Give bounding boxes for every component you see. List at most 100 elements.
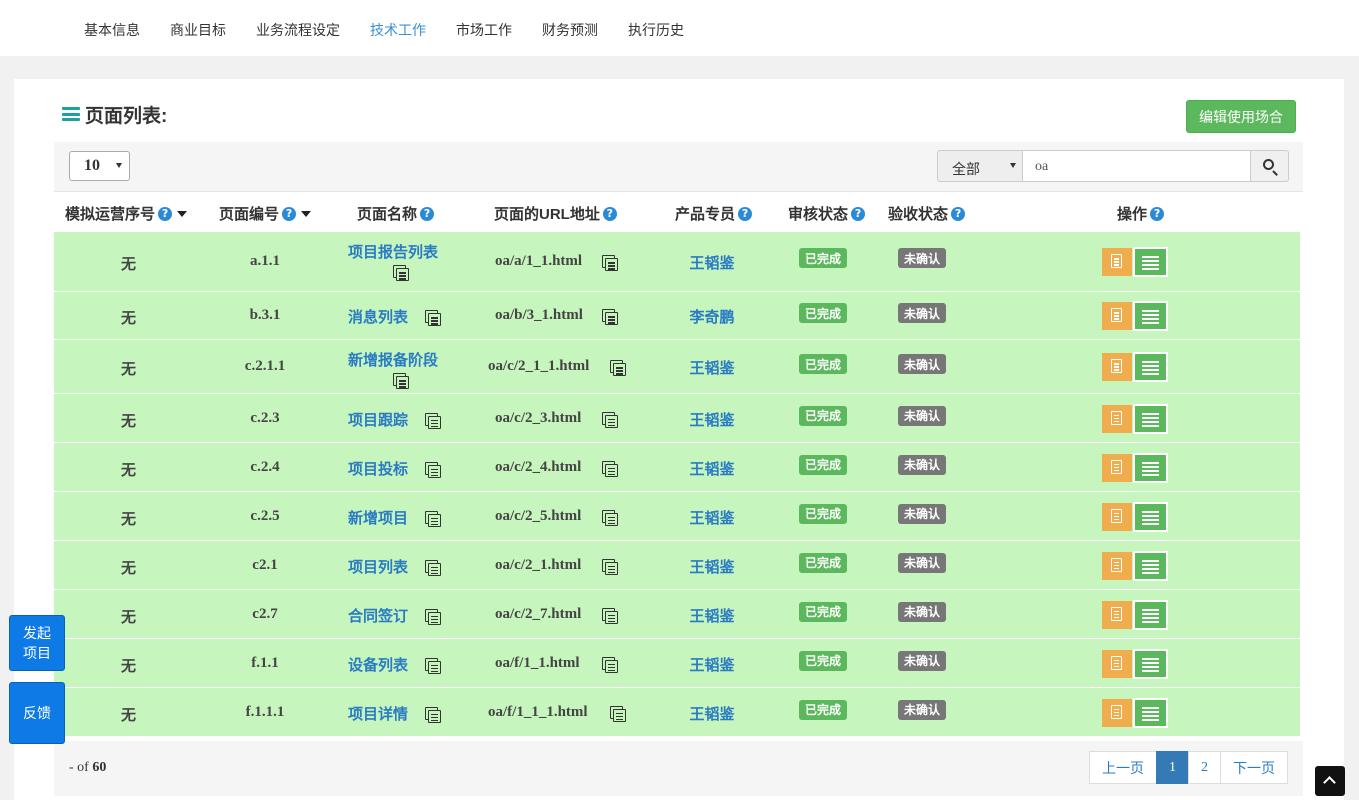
detail-list-button[interactable] bbox=[1133, 301, 1168, 331]
page-name-link[interactable]: 项目详情 bbox=[348, 703, 408, 724]
page-name-link[interactable]: 项目投标 bbox=[348, 458, 408, 479]
view-doc-button[interactable] bbox=[1102, 502, 1132, 531]
detail-list-button[interactable] bbox=[1133, 697, 1168, 728]
tab-financial-forecast[interactable]: 财务预测 bbox=[542, 20, 598, 40]
tab-business-goals[interactable]: 商业目标 bbox=[170, 20, 226, 40]
help-icon[interactable]: ? bbox=[851, 206, 866, 221]
copy-icon[interactable] bbox=[425, 510, 442, 528]
search-button[interactable] bbox=[1250, 150, 1289, 182]
copy-icon[interactable] bbox=[425, 310, 442, 327]
copy-icon[interactable] bbox=[393, 373, 410, 390]
help-icon[interactable]: ? bbox=[602, 206, 617, 221]
view-doc-button[interactable] bbox=[1102, 600, 1132, 629]
tab-basic-info[interactable]: 基本信息 bbox=[84, 20, 140, 40]
page-url-text: oa/c/2_1.html bbox=[495, 556, 582, 573]
product-owner-link[interactable]: 王韬鉴 bbox=[672, 605, 752, 626]
copy-icon[interactable] bbox=[610, 705, 627, 723]
help-icon[interactable]: ? bbox=[282, 206, 297, 221]
view-doc-button[interactable] bbox=[1102, 248, 1132, 276]
page-1-button[interactable]: 1 bbox=[1156, 751, 1189, 784]
scroll-to-top-button[interactable] bbox=[1315, 766, 1345, 796]
copy-icon[interactable] bbox=[393, 265, 410, 282]
seq-cell: 无 bbox=[120, 462, 136, 479]
detail-list-button[interactable] bbox=[1133, 501, 1168, 532]
copy-icon[interactable] bbox=[602, 656, 619, 674]
product-owner-link[interactable]: 王韬鉴 bbox=[672, 458, 752, 479]
page-name-link[interactable]: 项目报告列表 bbox=[348, 241, 438, 262]
view-doc-button[interactable] bbox=[1102, 698, 1132, 727]
view-doc-button[interactable] bbox=[1102, 302, 1132, 330]
page-name-link[interactable]: 新增报备阶段 bbox=[348, 349, 438, 370]
sort-caret-down-icon[interactable] bbox=[177, 210, 188, 217]
help-icon[interactable]: ? bbox=[738, 206, 753, 221]
product-owner-link[interactable]: 王韬鉴 bbox=[672, 654, 752, 675]
page-name-link[interactable]: 项目列表 bbox=[348, 556, 408, 577]
copy-icon[interactable] bbox=[610, 360, 627, 377]
copy-icon[interactable] bbox=[602, 607, 619, 625]
edit-usage-button[interactable]: 编辑使用场合 bbox=[1186, 100, 1296, 133]
help-icon[interactable]: ? bbox=[1150, 206, 1165, 221]
search-input[interactable]: oa bbox=[1022, 150, 1251, 182]
copy-icon[interactable] bbox=[425, 608, 442, 626]
sort-caret-down-icon[interactable] bbox=[301, 210, 312, 217]
detail-list-button[interactable] bbox=[1133, 452, 1168, 483]
help-icon[interactable]: ? bbox=[420, 206, 435, 221]
page-2-button[interactable]: 2 bbox=[1188, 751, 1221, 784]
page-name-link[interactable]: 消息列表 bbox=[348, 306, 408, 327]
product-owner-link[interactable]: 王韬鉴 bbox=[672, 703, 752, 724]
start-project-button[interactable]: 发起 项目 bbox=[9, 615, 65, 671]
copy-icon[interactable] bbox=[602, 460, 619, 478]
filter-select[interactable]: 全部 bbox=[937, 150, 1023, 182]
feedback-button[interactable]: 反馈 bbox=[9, 682, 65, 744]
copy-icon[interactable] bbox=[602, 411, 619, 429]
product-owner-link[interactable]: 王韬鉴 bbox=[672, 507, 752, 528]
view-doc-button[interactable] bbox=[1102, 404, 1132, 433]
detail-list-button[interactable] bbox=[1133, 247, 1168, 277]
row-actions bbox=[1102, 352, 1168, 382]
product-owner-link[interactable]: 王韬鉴 bbox=[672, 409, 752, 430]
detail-list-button[interactable] bbox=[1133, 403, 1168, 434]
page-url-text: oa/f/1_1_1.html bbox=[488, 703, 588, 720]
tab-business-process[interactable]: 业务流程设定 bbox=[256, 20, 340, 40]
copy-icon[interactable] bbox=[602, 558, 619, 576]
detail-list-button[interactable] bbox=[1133, 550, 1168, 581]
copy-icon[interactable] bbox=[425, 412, 442, 430]
copy-icon[interactable] bbox=[602, 255, 619, 272]
help-icon[interactable]: ? bbox=[951, 206, 966, 221]
prev-page-button[interactable]: 上一页 bbox=[1089, 751, 1157, 784]
copy-icon[interactable] bbox=[602, 309, 619, 326]
acceptance-status-badge: 未确认 bbox=[898, 650, 947, 671]
product-owner-link[interactable]: 王韬鉴 bbox=[672, 357, 752, 378]
column-header-code[interactable]: 页面编号 ? bbox=[219, 203, 312, 224]
product-owner-link[interactable]: 王韬鉴 bbox=[672, 252, 752, 273]
detail-list-button[interactable] bbox=[1133, 648, 1168, 679]
copy-icon[interactable] bbox=[425, 706, 442, 724]
tab-execution-history[interactable]: 执行历史 bbox=[628, 20, 684, 40]
page-name-link[interactable]: 设备列表 bbox=[348, 654, 408, 675]
tab-tech-work[interactable]: 技术工作 bbox=[370, 20, 426, 40]
page-name-link[interactable]: 项目跟踪 bbox=[348, 409, 408, 430]
copy-icon[interactable] bbox=[425, 461, 442, 479]
page-code-cell: c.2.1.1 bbox=[244, 358, 286, 374]
copy-icon[interactable] bbox=[602, 509, 619, 527]
tab-market-work[interactable]: 市场工作 bbox=[456, 20, 512, 40]
next-page-button[interactable]: 下一页 bbox=[1220, 751, 1288, 784]
view-doc-button[interactable] bbox=[1102, 649, 1132, 678]
column-header-seq[interactable]: 模拟运营序号 ? bbox=[65, 203, 188, 224]
page-url-text: oa/c/2_7.html bbox=[495, 605, 582, 622]
page-name-link[interactable]: 合同签订 bbox=[348, 605, 408, 626]
detail-list-button[interactable] bbox=[1133, 599, 1168, 630]
product-owner-link[interactable]: 李奇鹏 bbox=[672, 306, 752, 327]
page-url-text: oa/c/2_5.html bbox=[495, 507, 582, 524]
seq-cell: 无 bbox=[120, 658, 136, 675]
view-doc-button[interactable] bbox=[1102, 551, 1132, 580]
copy-icon[interactable] bbox=[425, 559, 442, 577]
view-doc-button[interactable] bbox=[1102, 453, 1132, 482]
page-size-select[interactable]: 10 bbox=[69, 151, 130, 181]
copy-icon[interactable] bbox=[425, 657, 442, 675]
page-name-link[interactable]: 新增项目 bbox=[348, 507, 408, 528]
view-doc-button[interactable] bbox=[1102, 353, 1132, 381]
detail-list-button[interactable] bbox=[1133, 352, 1168, 382]
product-owner-link[interactable]: 王韬鉴 bbox=[672, 556, 752, 577]
help-icon[interactable]: ? bbox=[158, 206, 173, 221]
